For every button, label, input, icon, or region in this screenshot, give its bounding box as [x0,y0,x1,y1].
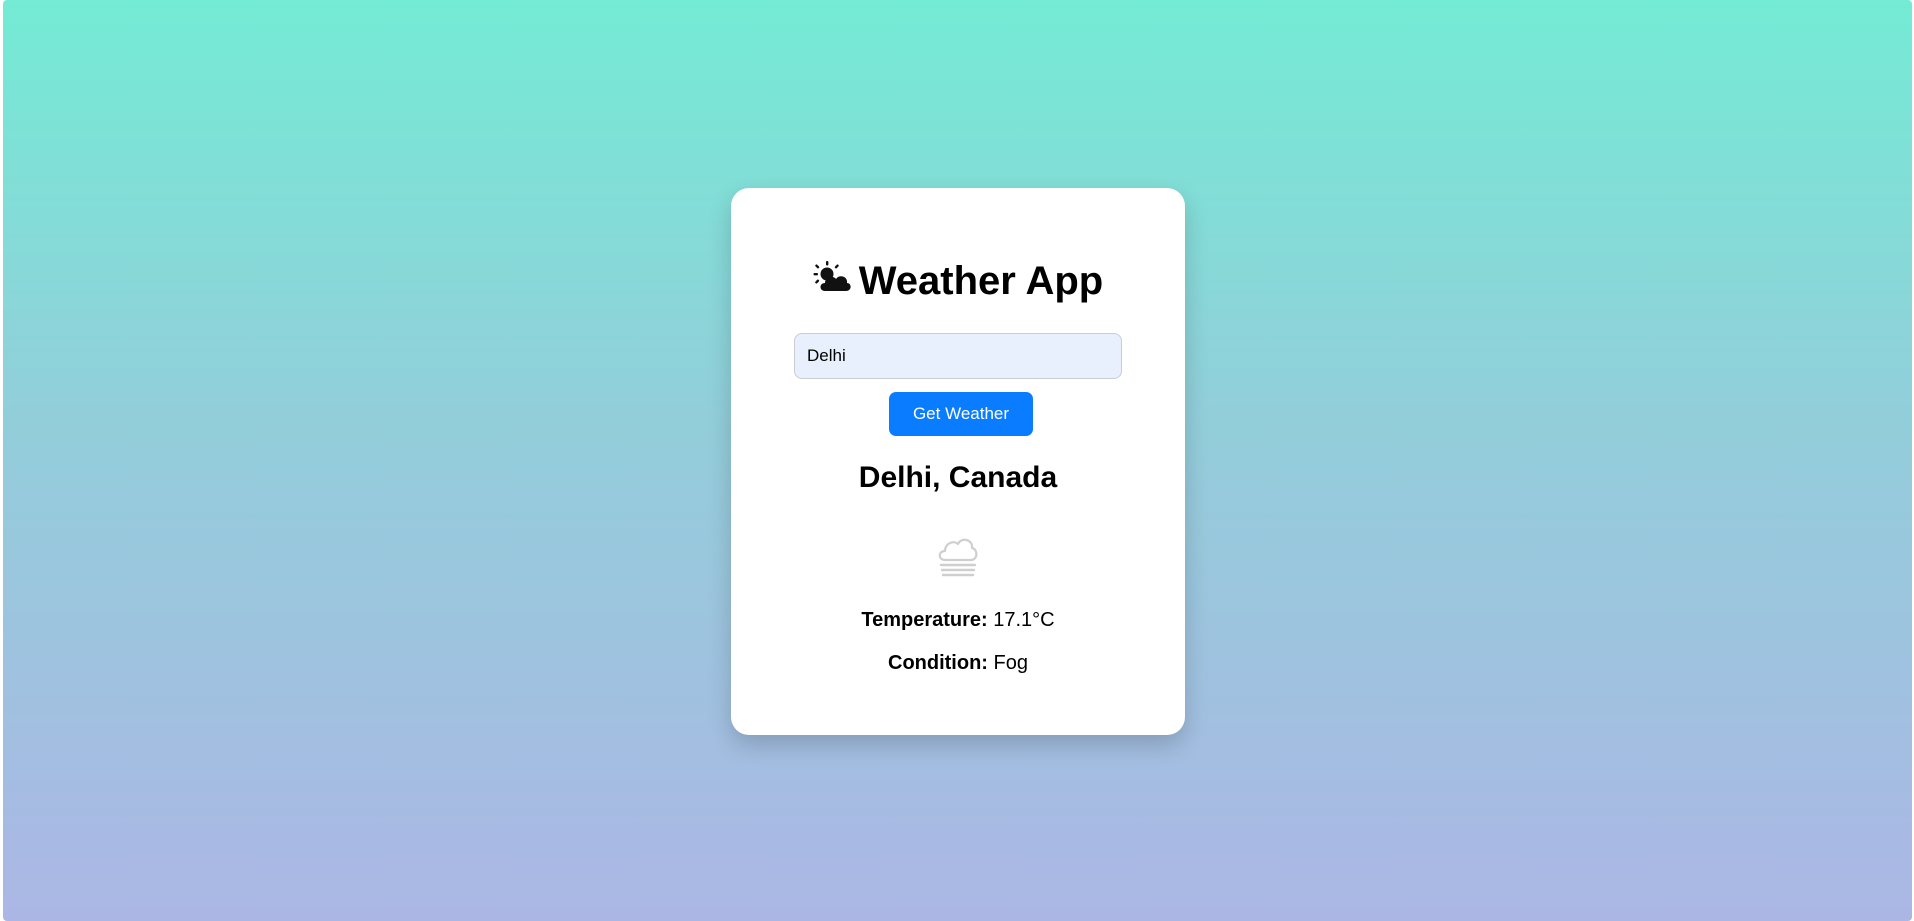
page-background: Weather App Get Weather Delhi, Canada Te… [3,0,1912,921]
condition-label: Condition: [888,652,988,674]
location-heading: Delhi, Canada [858,461,1058,494]
temperature-value: 17.1°C [993,609,1055,631]
temperature-line: Temperature: 17.1°C [731,608,1185,632]
app-title-text: Weather App [858,259,1104,303]
get-weather-button[interactable]: Get Weather [889,392,1033,436]
city-search-input[interactable] [794,333,1122,379]
app-title: Weather App [731,258,1185,306]
condition-line: Condition: Fog [731,651,1185,675]
sun-behind-cloud-icon [813,257,851,303]
condition-value: Fog [993,652,1028,674]
temperature-label: Temperature: [861,609,988,631]
weather-card: Weather App Get Weather Delhi, Canada Te… [731,188,1185,735]
fog-icon [935,534,981,580]
